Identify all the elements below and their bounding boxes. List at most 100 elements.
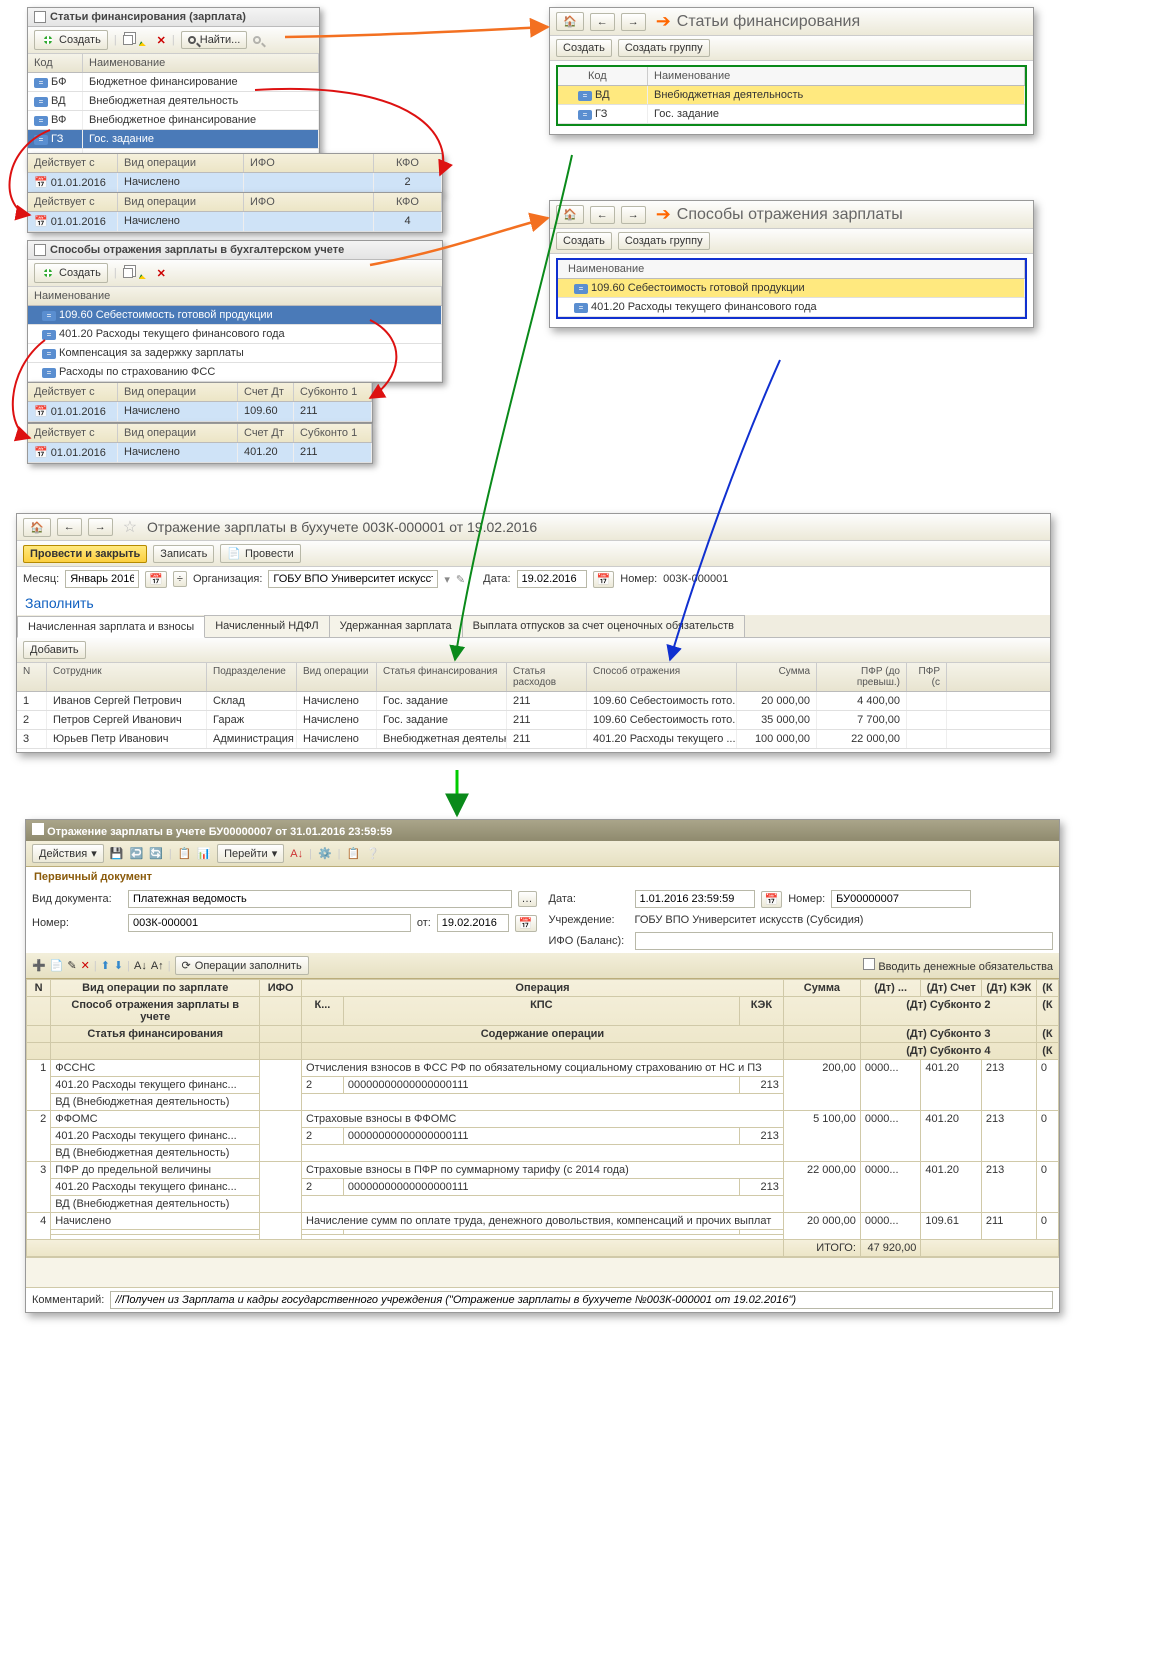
list-item[interactable]: = ГЗГос. задание: [558, 105, 1025, 124]
col-code[interactable]: Код: [28, 54, 83, 72]
num2-input[interactable]: [831, 890, 971, 908]
list-item[interactable]: = 401.20 Расходы текущего финансового го…: [28, 325, 442, 344]
goto-button[interactable]: Перейти ▾: [217, 844, 284, 863]
num-input[interactable]: [128, 914, 411, 932]
table-row[interactable]: 2ФФОМССтраховые взносы в ФФОМС5 100,0000…: [27, 1111, 1059, 1128]
table-row[interactable]: 3ПФР до предельной величиныСтраховые взн…: [27, 1162, 1059, 1179]
col-header[interactable]: Подразделение: [207, 663, 297, 691]
create-button[interactable]: Создать: [556, 39, 612, 57]
comment-input[interactable]: [110, 1291, 1053, 1309]
col-name[interactable]: Наименование: [83, 54, 319, 72]
doc-type-input[interactable]: [128, 890, 512, 908]
fwd-button[interactable]: →: [621, 206, 646, 224]
create-group-button[interactable]: Создать группу: [618, 39, 710, 57]
add-button[interactable]: Добавить: [23, 641, 86, 659]
search-clear-icon[interactable]: [253, 36, 261, 44]
cal-icon[interactable]: 📅: [515, 915, 537, 932]
tool-icon[interactable]: A↓: [290, 848, 303, 860]
month-input[interactable]: [65, 570, 139, 588]
col-header[interactable]: Статья финансирования: [377, 663, 507, 691]
tool-icon[interactable]: ⚙️: [318, 847, 332, 860]
sub-row[interactable]: 📅 01.01.2016 Начислено 2: [28, 173, 442, 193]
tool-icon[interactable]: 📄: [50, 959, 64, 972]
col-kfo[interactable]: КФО: [374, 154, 442, 172]
col-op[interactable]: Вид операции: [118, 193, 244, 211]
col-op[interactable]: Вид операции: [118, 154, 244, 172]
col-header[interactable]: Статья расходов: [507, 663, 587, 691]
table-row[interactable]: 3Юрьев Петр ИвановичАдминистрацияНачисле…: [17, 730, 1050, 749]
list-item[interactable]: = БФБюджетное финансирование: [28, 73, 319, 92]
tool-icon[interactable]: 🔄: [149, 847, 163, 860]
tool-icon[interactable]: 📋: [347, 847, 361, 860]
cal-icon[interactable]: 📅: [761, 891, 783, 908]
fwd-button[interactable]: →: [621, 13, 646, 31]
col-code[interactable]: Код: [558, 67, 648, 85]
col-date[interactable]: Действует с: [28, 154, 118, 172]
home-button[interactable]: 🏠: [556, 12, 584, 31]
up-icon[interactable]: ⬆: [101, 959, 110, 972]
edit-icon[interactable]: ✎: [67, 959, 76, 972]
list-item[interactable]: = 109.60 Себестоимость готовой продукции: [28, 306, 442, 325]
sort-icon[interactable]: A↑: [151, 960, 164, 972]
list-item[interactable]: = ВДВнебюджетная деятельность: [28, 92, 319, 111]
copy-icon[interactable]: [123, 35, 133, 45]
home-button[interactable]: 🏠: [556, 205, 584, 224]
tool-icon[interactable]: 💾: [110, 847, 124, 860]
col-name[interactable]: Наименование: [28, 287, 442, 305]
date-input[interactable]: [635, 890, 755, 908]
list-item[interactable]: = Расходы по страхованию ФСС: [28, 363, 442, 382]
tool-icon[interactable]: ↩️: [129, 847, 143, 860]
cal-icon[interactable]: 📅: [145, 571, 167, 588]
org-input[interactable]: [268, 570, 438, 588]
create-button[interactable]: Создать: [34, 263, 108, 283]
tool-icon[interactable]: 📋: [178, 847, 192, 860]
copy-icon[interactable]: [123, 268, 133, 278]
col-kfo[interactable]: КФО: [374, 193, 442, 211]
tool-icon[interactable]: 📊: [197, 847, 211, 860]
home-button[interactable]: 🏠: [23, 518, 51, 537]
col-header[interactable]: Способ отражения: [587, 663, 737, 691]
down-icon[interactable]: ⬇: [114, 959, 123, 972]
sub-row[interactable]: 📅 01.01.2016 Начислено 109.60 211: [28, 402, 372, 422]
table-row[interactable]: 4НачисленоНачисление сумм по оплате труд…: [27, 1213, 1059, 1230]
del-icon[interactable]: ✕: [81, 959, 90, 972]
sub-row[interactable]: 📅 01.01.2016 Начислено 401.20 211: [28, 443, 372, 463]
actions-menu[interactable]: Действия ▾: [32, 844, 104, 863]
obligations-checkbox[interactable]: [863, 958, 875, 970]
tab[interactable]: Удержанная зарплата: [329, 615, 463, 637]
create-button[interactable]: Создать: [556, 232, 612, 250]
list-item[interactable]: = ВФВнебюджетное финансирование: [28, 111, 319, 130]
from-input[interactable]: [437, 914, 509, 932]
tab[interactable]: Начисленный НДФЛ: [204, 615, 329, 637]
add-icon[interactable]: ➕: [32, 959, 46, 972]
create-button[interactable]: Создать: [34, 30, 108, 50]
create-group-button[interactable]: Создать группу: [618, 232, 710, 250]
col-ifo[interactable]: ИФО: [244, 193, 374, 211]
col-header[interactable]: Сумма: [737, 663, 817, 691]
edit-icon[interactable]: [139, 267, 151, 279]
save-button[interactable]: Записать: [153, 545, 214, 563]
col-ifo[interactable]: ИФО: [244, 154, 374, 172]
col-header[interactable]: ПФР (с: [907, 663, 947, 691]
col-name[interactable]: Наименование: [648, 67, 1025, 85]
help-icon[interactable]: ❔: [366, 847, 380, 860]
spin-icon[interactable]: ÷: [173, 571, 187, 587]
list-item[interactable]: = 109.60 Себестоимость готовой продукции: [558, 279, 1025, 298]
col-header[interactable]: Сотрудник: [47, 663, 207, 691]
edit-icon[interactable]: [139, 34, 151, 46]
post-button[interactable]: 📄 Провести: [220, 544, 300, 563]
ifo-input[interactable]: [635, 932, 1054, 950]
list-item[interactable]: = ВДВнебюджетная деятельность: [558, 86, 1025, 105]
post-close-button[interactable]: Провести и закрыть: [23, 545, 147, 563]
lookup-icon[interactable]: …: [518, 891, 537, 907]
col-date[interactable]: Действует с: [28, 193, 118, 211]
list-item[interactable]: = Компенсация за задержку зарплаты: [28, 344, 442, 363]
tab[interactable]: Выплата отпусков за счет оценочных обяза…: [462, 615, 745, 637]
col-header[interactable]: N: [17, 663, 47, 691]
date-input[interactable]: [517, 570, 587, 588]
sort-icon[interactable]: A↓: [134, 960, 147, 972]
col-name[interactable]: Наименование: [558, 260, 1025, 278]
col-header[interactable]: Вид операции: [297, 663, 377, 691]
delete-icon[interactable]: ✕: [157, 34, 166, 47]
ops-fill-button[interactable]: ⟳ Операции заполнить: [175, 956, 309, 975]
